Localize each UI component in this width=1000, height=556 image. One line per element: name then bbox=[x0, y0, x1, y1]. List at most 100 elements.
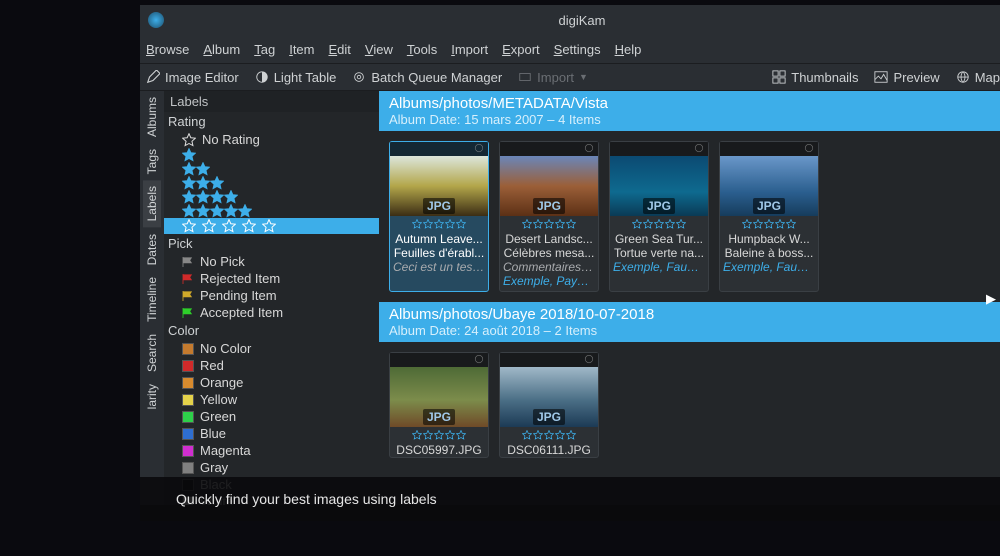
star-filled-icon bbox=[196, 190, 210, 204]
star-filled-icon bbox=[224, 204, 238, 218]
geo-badge bbox=[500, 142, 598, 156]
geo-badge bbox=[610, 142, 708, 156]
card-rating[interactable] bbox=[390, 427, 488, 443]
thumbnail-image: JPG bbox=[500, 367, 598, 427]
rating-selected-empty[interactable] bbox=[164, 218, 379, 234]
tool-image-editor[interactable]: Image Editor bbox=[146, 70, 239, 85]
menu-view[interactable]: View bbox=[365, 42, 393, 57]
menu-browse[interactable]: Browse bbox=[146, 42, 189, 57]
star-outline-icon bbox=[533, 430, 543, 440]
star-outline-icon bbox=[753, 219, 763, 229]
format-badge: JPG bbox=[643, 198, 675, 214]
star-outline-icon bbox=[643, 219, 653, 229]
menubar: Browse Album Tag Item Edit View Tools Im… bbox=[140, 35, 1000, 63]
tab-timeline[interactable]: Timeline bbox=[143, 271, 161, 328]
album-meta: Album Date: 24 août 2018 – 2 Items bbox=[389, 323, 990, 338]
color-swatch-icon bbox=[182, 343, 194, 355]
color-yellow[interactable]: Yellow bbox=[164, 391, 379, 408]
rating-no-rating[interactable]: No Rating bbox=[164, 131, 379, 148]
geo-badge bbox=[390, 353, 488, 367]
menu-export[interactable]: Export bbox=[502, 42, 540, 57]
card-rating[interactable] bbox=[610, 216, 708, 232]
rating-3[interactable] bbox=[164, 176, 379, 190]
menu-edit[interactable]: Edit bbox=[328, 42, 350, 57]
tool-batch-queue[interactable]: Batch Queue Manager bbox=[352, 70, 502, 85]
menu-tag[interactable]: Tag bbox=[254, 42, 275, 57]
color-section-title: Color bbox=[164, 321, 379, 340]
star-outline-icon bbox=[522, 219, 532, 229]
card-subtitle: Célèbres mesa... bbox=[500, 246, 598, 260]
star-outline-icon bbox=[445, 219, 455, 229]
menu-help[interactable]: Help bbox=[615, 42, 642, 57]
format-badge: JPG bbox=[533, 198, 565, 214]
color-blue[interactable]: Blue bbox=[164, 425, 379, 442]
color-green[interactable]: Green bbox=[164, 408, 379, 425]
thumbnail-card[interactable]: JPGAutumn Leave...Feuilles d'érabl...Cec… bbox=[389, 141, 489, 292]
tab-tags[interactable]: Tags bbox=[143, 143, 161, 180]
scroll-right-button[interactable]: ▶ bbox=[986, 291, 996, 307]
menu-import[interactable]: Import bbox=[451, 42, 488, 57]
star-filled-icon bbox=[210, 176, 224, 190]
card-rating[interactable] bbox=[720, 216, 818, 232]
rating-1[interactable] bbox=[164, 148, 379, 162]
star-outline-icon bbox=[544, 430, 554, 440]
pick-rejected-item[interactable]: Rejected Item bbox=[164, 270, 379, 287]
color-no-color[interactable]: No Color bbox=[164, 340, 379, 357]
star-outline-icon bbox=[412, 219, 422, 229]
pencil-icon bbox=[146, 70, 160, 84]
thumbnail-card[interactable]: JPGDSC05997.JPG bbox=[389, 352, 489, 458]
star-outline-icon bbox=[555, 219, 565, 229]
album-path: Albums/photos/Ubaye 2018/10-07-2018 bbox=[389, 306, 990, 323]
tab-search[interactable]: Search bbox=[143, 328, 161, 378]
tool-light-table[interactable]: Light Table bbox=[255, 70, 337, 85]
star-filled-icon bbox=[182, 204, 196, 218]
thumbnail-image: JPG bbox=[390, 156, 488, 216]
tab-similarity[interactable]: larity bbox=[143, 378, 161, 415]
format-badge: JPG bbox=[423, 198, 455, 214]
pick-accepted-item[interactable]: Accepted Item bbox=[164, 304, 379, 321]
format-badge: JPG bbox=[753, 198, 785, 214]
card-title: Autumn Leave... bbox=[390, 232, 488, 246]
album-header[interactable]: Albums/photos/Ubaye 2018/10-07-2018Album… bbox=[379, 302, 1000, 342]
menu-settings[interactable]: Settings bbox=[554, 42, 601, 57]
rating-2[interactable] bbox=[164, 162, 379, 176]
color-swatch-icon bbox=[182, 394, 194, 406]
color-orange[interactable]: Orange bbox=[164, 374, 379, 391]
thumbnail-card[interactable]: JPGHumpback W...Baleine à boss...Exemple… bbox=[719, 141, 819, 292]
pick-pending-item[interactable]: Pending Item bbox=[164, 287, 379, 304]
card-tags: Exemple, Paysa... bbox=[500, 274, 598, 291]
color-red[interactable]: Red bbox=[164, 357, 379, 374]
view-map[interactable]: Map bbox=[956, 70, 1000, 85]
star-outline-icon bbox=[456, 219, 466, 229]
tab-dates[interactable]: Dates bbox=[143, 228, 161, 271]
star-filled-icon bbox=[210, 204, 224, 218]
menu-album[interactable]: Album bbox=[203, 42, 240, 57]
pick-section-title: Pick bbox=[164, 234, 379, 253]
thumbnail-card[interactable]: JPGGreen Sea Tur...Tortue verte na...Exe… bbox=[609, 141, 709, 292]
color-swatch-icon bbox=[182, 411, 194, 423]
menu-item[interactable]: Item bbox=[289, 42, 314, 57]
tab-labels[interactable]: Labels bbox=[143, 180, 161, 227]
view-thumbnails[interactable]: Thumbnails bbox=[772, 70, 858, 85]
thumbs-row: JPGDSC05997.JPGJPGDSC06111.JPG bbox=[379, 342, 1000, 468]
card-rating[interactable] bbox=[500, 427, 598, 443]
star-outline-icon bbox=[676, 219, 686, 229]
view-preview[interactable]: Preview bbox=[874, 70, 939, 85]
rating-5[interactable] bbox=[164, 204, 379, 218]
rating-4[interactable] bbox=[164, 190, 379, 204]
album-header[interactable]: Albums/photos/METADATA/VistaAlbum Date: … bbox=[379, 91, 1000, 131]
star-outline-icon bbox=[665, 219, 675, 229]
thumbnail-card[interactable]: JPGDesert Landsc...Célèbres mesa...Comme… bbox=[499, 141, 599, 292]
color-gray[interactable]: Gray bbox=[164, 459, 379, 476]
star-filled-icon bbox=[196, 162, 210, 176]
card-title: Humpback W... bbox=[720, 232, 818, 246]
pick-no-pick[interactable]: No Pick bbox=[164, 253, 379, 270]
card-subtitle: Tortue verte na... bbox=[610, 246, 708, 260]
tab-albums[interactable]: Albums bbox=[143, 91, 161, 143]
card-rating[interactable] bbox=[500, 216, 598, 232]
star-outline-icon bbox=[445, 430, 455, 440]
thumbnail-card[interactable]: JPGDSC06111.JPG bbox=[499, 352, 599, 458]
color-magenta[interactable]: Magenta bbox=[164, 442, 379, 459]
menu-tools[interactable]: Tools bbox=[407, 42, 437, 57]
card-rating[interactable] bbox=[390, 216, 488, 232]
